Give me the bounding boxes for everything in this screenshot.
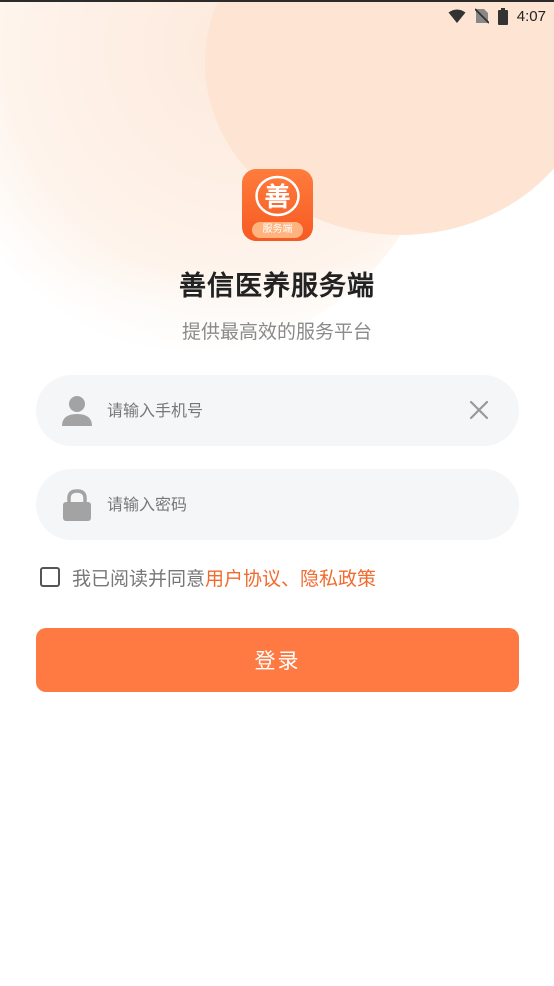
- agreement-separator: 、: [281, 567, 301, 590]
- login-button[interactable]: 登录: [36, 628, 519, 692]
- lock-icon: [60, 488, 94, 522]
- status-time: 4:07: [516, 7, 546, 25]
- user-icon: [60, 394, 94, 428]
- logo-mark-icon: 善: [252, 174, 303, 224]
- status-bar: 4:07: [0, 0, 554, 30]
- phone-input[interactable]: [107, 375, 447, 446]
- phone-field[interactable]: [36, 375, 519, 446]
- agreement-row: 我已阅读并同意 用户协议 、 隐私政策: [40, 563, 376, 591]
- wifi-icon: [448, 9, 466, 24]
- logo-badge: 服务端: [252, 222, 303, 238]
- app-tagline: 提供最高效的服务平台: [181, 321, 372, 343]
- app-logo: 善 服务端: [242, 169, 313, 241]
- logo-glyph: 善: [264, 182, 290, 213]
- password-input[interactable]: [107, 469, 447, 540]
- user-agreement-link[interactable]: 用户协议: [205, 564, 281, 591]
- password-field[interactable]: [36, 469, 519, 540]
- privacy-policy-link[interactable]: 隐私政策: [300, 564, 376, 591]
- app-title: 善信医养服务端: [179, 271, 375, 302]
- no-sim-icon: [474, 8, 489, 24]
- clear-icon[interactable]: [469, 400, 489, 420]
- agree-checkbox[interactable]: [40, 567, 60, 587]
- battery-icon: [497, 7, 508, 25]
- agreement-text: 我已阅读并同意: [72, 567, 206, 590]
